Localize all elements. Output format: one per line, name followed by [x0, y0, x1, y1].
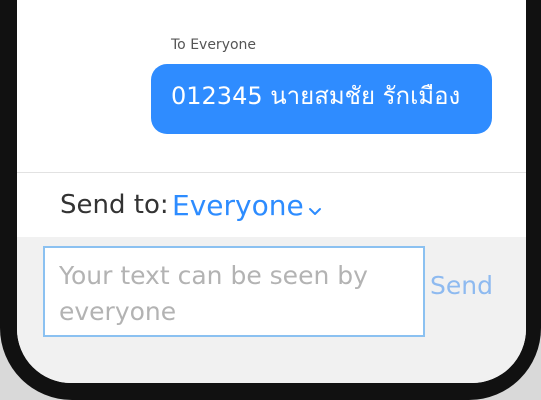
recipient-selector-bar: Send to: Everyone [17, 173, 526, 237]
bottom-bar [17, 338, 526, 383]
phone-frame: To Everyone 012345 นายสมชัย รักเมือง Sen… [0, 0, 541, 400]
recipient-value: Everyone [172, 189, 304, 222]
chevron-down-icon [308, 202, 322, 215]
message-recipient-label: To Everyone [171, 37, 257, 53]
message-bubble: 012345 นายสมชัย รักเมือง [151, 64, 492, 134]
message-composer: Send [17, 237, 526, 338]
chat-message-area: To Everyone 012345 นายสมชัย รักเมือง [17, 0, 526, 172]
message-input[interactable] [43, 246, 425, 337]
chat-screen: To Everyone 012345 นายสมชัย รักเมือง Sen… [17, 0, 526, 383]
send-to-label: Send to: [60, 190, 169, 220]
message-text: 012345 นายสมชัย รักเมือง [171, 82, 461, 110]
send-button[interactable]: Send [430, 266, 506, 306]
app-screenshot: To Everyone 012345 นายสมชัย รักเมือง Sen… [0, 0, 541, 400]
recipient-dropdown[interactable]: Everyone [172, 190, 322, 222]
